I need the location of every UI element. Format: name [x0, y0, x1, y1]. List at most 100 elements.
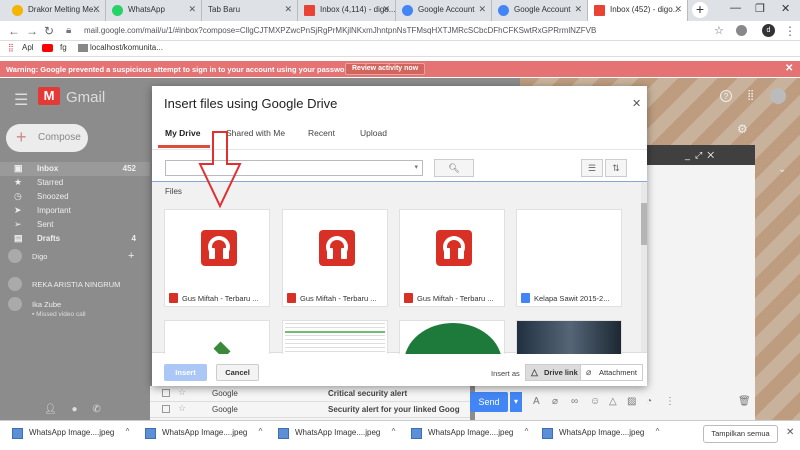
- format-text-icon[interactable]: A: [533, 396, 540, 407]
- back-icon[interactable]: ←: [8, 24, 20, 38]
- chevron-down-icon[interactable]: ⌄: [778, 164, 786, 175]
- insert-button[interactable]: Insert: [164, 364, 207, 381]
- star-icon[interactable]: ☆: [178, 387, 186, 398]
- file-card[interactable]: Kelapa Sawit 2015-2...: [516, 209, 622, 307]
- close-icon[interactable]: ✕: [785, 63, 793, 74]
- close-tab-icon[interactable]: ✕: [188, 4, 196, 15]
- attach-icon[interactable]: ⌀: [552, 396, 558, 407]
- chevron-up-icon[interactable]: ^: [525, 427, 529, 436]
- chevron-up-icon[interactable]: ^: [126, 427, 130, 436]
- browser-tab[interactable]: Google Account ✕: [396, 0, 492, 21]
- chevron-up-icon[interactable]: ^: [392, 427, 396, 436]
- compose-button[interactable]: + Compose: [6, 124, 88, 152]
- send-button[interactable]: Send: [470, 392, 508, 412]
- close-compose-icon[interactable]: ✕: [707, 150, 714, 160]
- hangouts-account[interactable]: Digo: [8, 249, 47, 263]
- reload-icon[interactable]: ↻: [44, 24, 54, 38]
- contact-item[interactable]: REKA ARISTIA NINGRUM: [8, 277, 120, 291]
- download-item[interactable]: WhatsApp Image....jpeg ^: [542, 427, 659, 439]
- close-tab-icon[interactable]: ✕: [382, 4, 390, 15]
- drive-link-option[interactable]: △ Drive link: [525, 364, 584, 381]
- youtube-icon[interactable]: [42, 44, 53, 52]
- extension-icon[interactable]: [736, 25, 747, 36]
- tab-upload[interactable]: Upload: [360, 128, 387, 138]
- profile-avatar[interactable]: d: [762, 24, 775, 37]
- list-view-button[interactable]: ☰: [581, 159, 603, 177]
- bookmark-apl[interactable]: Apl: [22, 43, 34, 52]
- browser-tab[interactable]: Tab Baru ✕: [202, 0, 298, 21]
- chevron-down-icon[interactable]: ▾: [414, 163, 418, 171]
- browser-tab-active[interactable]: Inbox (452) - digo... ✕: [588, 0, 688, 21]
- table-row[interactable]: ☆ Google Critical security alert: [150, 386, 470, 402]
- star-bookmark-icon[interactable]: ☆: [714, 24, 724, 37]
- sidebar-item-important[interactable]: ➤ Important: [0, 204, 150, 218]
- download-item[interactable]: WhatsApp Image....jpeg ^: [278, 427, 395, 439]
- file-card[interactable]: Gus Miftah - Terbaru ...: [164, 209, 270, 307]
- tab-recent[interactable]: Recent: [308, 128, 335, 138]
- sort-button[interactable]: ⇅: [605, 159, 627, 177]
- close-icon[interactable]: ✕: [786, 427, 794, 438]
- download-item[interactable]: WhatsApp Image....jpeg ^: [411, 427, 528, 439]
- browser-tab[interactable]: Google Account ✕: [492, 0, 588, 21]
- checkbox[interactable]: [162, 389, 170, 397]
- search-button[interactable]: 🔍︎: [434, 159, 474, 177]
- sidebar-item-sent[interactable]: ➢ Sent: [0, 218, 150, 232]
- sidebar-item-starred[interactable]: ★ Starred: [0, 176, 150, 190]
- minimize-icon[interactable]: —: [730, 2, 741, 14]
- close-icon[interactable]: ✕: [632, 97, 641, 110]
- close-tab-icon[interactable]: ✕: [92, 4, 100, 15]
- confidential-icon[interactable]: ◔: [646, 396, 652, 407]
- close-tab-icon[interactable]: ✕: [478, 4, 486, 15]
- emoji-icon[interactable]: ☺: [590, 396, 600, 407]
- forward-icon[interactable]: →: [26, 24, 38, 38]
- chat-icon[interactable]: ●: [71, 404, 77, 415]
- browser-tab[interactable]: WhatsApp ✕: [106, 0, 202, 21]
- link-icon[interactable]: ∞: [571, 396, 578, 407]
- file-card[interactable]: Gus Miftah - Terbaru ...: [399, 209, 505, 307]
- download-item[interactable]: WhatsApp Image....jpeg ^: [145, 427, 262, 439]
- account-avatar[interactable]: [770, 88, 786, 104]
- sidebar-item-inbox[interactable]: ▣ Inbox 452: [0, 162, 150, 176]
- more-options-icon[interactable]: ⋮: [665, 396, 675, 407]
- star-icon[interactable]: ☆: [178, 403, 186, 414]
- close-tab-icon[interactable]: ✕: [574, 4, 582, 15]
- expand-compose-icon[interactable]: ⤢: [695, 150, 702, 160]
- person-icon[interactable]: 👤︎: [44, 404, 57, 415]
- show-all-downloads-button[interactable]: Tampilkan semua: [703, 425, 778, 443]
- new-tab-button[interactable]: +: [692, 2, 708, 18]
- cancel-button[interactable]: Cancel: [216, 364, 259, 381]
- review-activity-button[interactable]: Review activity now: [345, 63, 426, 75]
- close-window-icon[interactable]: ✕: [781, 2, 790, 15]
- minimize-compose-icon[interactable]: _: [685, 150, 690, 160]
- main-menu-icon[interactable]: ☰: [14, 90, 28, 110]
- checkbox[interactable]: [162, 405, 170, 413]
- close-tab-icon[interactable]: ✕: [674, 4, 682, 15]
- maximize-icon[interactable]: ❐: [755, 2, 765, 15]
- send-options-icon[interactable]: ▾: [510, 392, 522, 412]
- bookmark-fg[interactable]: fg: [60, 43, 67, 52]
- chevron-up-icon[interactable]: ^: [259, 427, 263, 436]
- menu-icon[interactable]: ⋮: [784, 24, 796, 38]
- url-field[interactable]: 🔒︎ mail.google.com/mail/u/1/#inbox?compos…: [62, 23, 732, 39]
- browser-tab[interactable]: Inbox (4,114) - digo... ✕: [298, 0, 396, 21]
- file-card[interactable]: Gus Miftah - Terbaru ...: [282, 209, 388, 307]
- contact-item[interactable]: Ika Zube: [8, 297, 61, 311]
- download-item[interactable]: WhatsApp Image....jpeg ^: [12, 427, 129, 439]
- apps-icon[interactable]: ⣿: [8, 43, 14, 52]
- close-tab-icon[interactable]: ✕: [284, 4, 292, 15]
- help-icon[interactable]: ?: [720, 90, 732, 102]
- bookmark-localhost[interactable]: localhost/komunita...: [90, 43, 163, 52]
- scrollbar-thumb[interactable]: [641, 203, 647, 245]
- photo-icon[interactable]: ▨: [627, 396, 636, 407]
- table-row[interactable]: ☆ Google Security alert for your linked Go…: [150, 402, 470, 418]
- phone-icon[interactable]: ✆: [92, 404, 100, 415]
- trash-icon[interactable]: 🗑︎: [738, 396, 751, 407]
- drive-icon[interactable]: △: [609, 396, 617, 407]
- apps-grid-icon[interactable]: ⣿: [747, 90, 754, 101]
- chevron-up-icon[interactable]: ^: [656, 427, 660, 436]
- settings-icon[interactable]: ⚙: [737, 122, 748, 136]
- sidebar-item-snoozed[interactable]: ◷ Snoozed: [0, 190, 150, 204]
- attachment-option[interactable]: ⌀ Attachment: [580, 364, 643, 381]
- browser-tab[interactable]: Drakor Melting Me... ✕: [6, 0, 106, 21]
- add-chat-icon[interactable]: +: [128, 250, 134, 262]
